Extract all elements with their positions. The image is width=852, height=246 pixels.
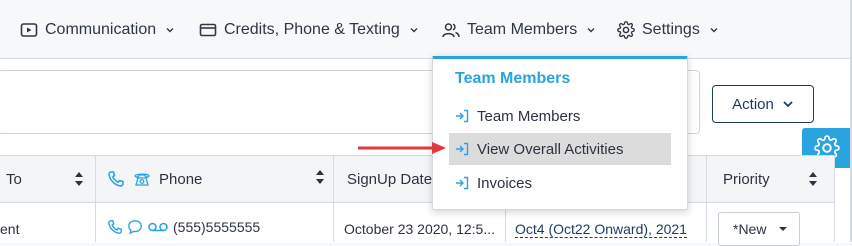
column-header-phone-label: Phone bbox=[159, 170, 203, 188]
column-header-phone[interactable]: Phone bbox=[107, 156, 202, 202]
nav-settings[interactable]: Settings bbox=[617, 18, 719, 42]
table-header: To Phone SignUp Date Priority bbox=[0, 155, 834, 203]
chevron-down-icon bbox=[783, 101, 793, 108]
column-header-priority[interactable]: Priority bbox=[723, 156, 770, 202]
menu-item-team-members[interactable]: Team Members bbox=[449, 100, 671, 132]
chevron-down-icon bbox=[586, 25, 596, 35]
sign-in-arrow-icon bbox=[456, 176, 469, 190]
caret-down-icon bbox=[779, 227, 788, 231]
column-divider bbox=[95, 155, 96, 242]
menu-item-view-overall-activities[interactable]: View Overall Activities bbox=[449, 133, 671, 165]
voicemail-icon[interactable] bbox=[147, 219, 169, 235]
top-navigation: Communication Credits, Phone & Texting T… bbox=[0, 0, 852, 58]
action-button-label: Action bbox=[732, 95, 774, 113]
chat-icon[interactable] bbox=[127, 219, 143, 235]
priority-select[interactable]: *New bbox=[718, 212, 800, 246]
nav-settings-label: Settings bbox=[642, 21, 700, 38]
telephone-icon bbox=[134, 173, 150, 186]
credit-card-icon bbox=[199, 21, 217, 39]
cell-signup-date: October 23 2020, 12:5... bbox=[344, 221, 495, 237]
nav-communication-label: Communication bbox=[45, 21, 157, 38]
users-icon bbox=[442, 21, 460, 39]
column-divider bbox=[834, 155, 835, 242]
nav-team-members-label: Team Members bbox=[467, 21, 578, 38]
play-box-icon bbox=[20, 21, 38, 39]
column-header-to-label: To bbox=[6, 170, 22, 188]
nav-credits-label: Credits, Phone & Texting bbox=[224, 21, 400, 38]
sort-icon[interactable] bbox=[74, 171, 84, 187]
column-header-signup-label: SignUp Date bbox=[347, 170, 433, 188]
cell-phone: (555)5555555 bbox=[107, 219, 260, 235]
cell-week[interactable]: Oct4 (Oct22 Onward), 2021 bbox=[515, 221, 687, 238]
column-header-priority-label: Priority bbox=[723, 170, 770, 188]
column-header-signup-date[interactable]: SignUp Date bbox=[347, 156, 432, 202]
chevron-down-icon bbox=[709, 25, 719, 35]
annotation-arrow-icon bbox=[358, 142, 446, 154]
column-divider bbox=[333, 155, 334, 242]
chevron-down-icon bbox=[165, 25, 175, 35]
team-members-dropdown: Team Members Team Members View Overall A… bbox=[432, 56, 688, 210]
column-divider bbox=[706, 155, 707, 242]
phone-icon[interactable] bbox=[107, 219, 123, 235]
gear-icon bbox=[617, 21, 635, 39]
menu-item-label: View Overall Activities bbox=[477, 140, 624, 158]
chevron-down-icon bbox=[409, 25, 419, 35]
action-button[interactable]: Action bbox=[712, 85, 814, 123]
menu-item-label: Team Members bbox=[477, 107, 581, 125]
sign-in-arrow-icon bbox=[456, 109, 469, 123]
nav-team-members[interactable]: Team Members bbox=[442, 18, 596, 42]
sort-icon[interactable] bbox=[315, 169, 325, 185]
nav-communication[interactable]: Communication bbox=[20, 18, 175, 42]
priority-value: *New bbox=[733, 221, 767, 237]
dropdown-title: Team Members bbox=[455, 70, 571, 87]
sort-icon[interactable] bbox=[808, 171, 818, 187]
menu-item-label: Invoices bbox=[477, 174, 533, 192]
column-header-to[interactable]: To bbox=[6, 156, 22, 202]
sign-in-arrow-icon bbox=[456, 142, 469, 156]
cell-to: ent bbox=[0, 221, 20, 237]
phone-number: (555)5555555 bbox=[173, 219, 261, 235]
phone-icon bbox=[108, 171, 124, 187]
menu-item-invoices[interactable]: Invoices bbox=[449, 167, 671, 199]
nav-credits[interactable]: Credits, Phone & Texting bbox=[199, 18, 419, 42]
